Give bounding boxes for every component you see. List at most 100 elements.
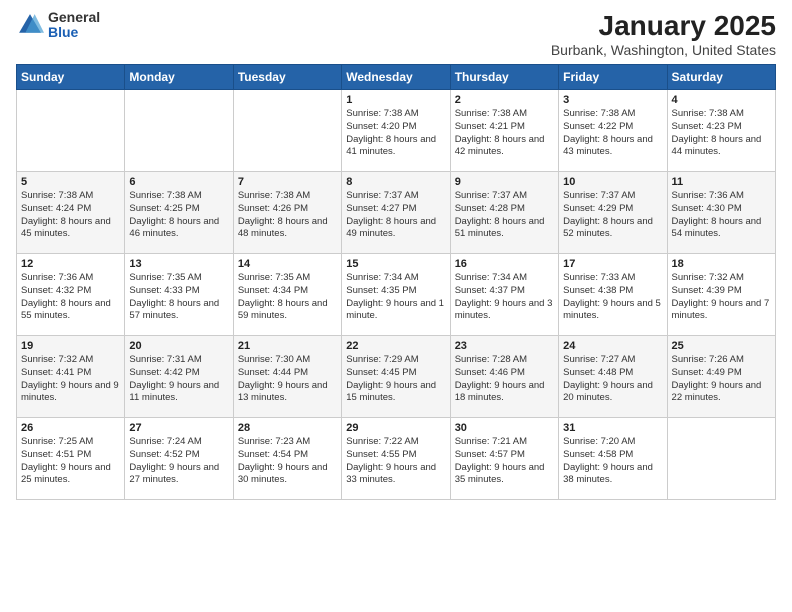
day-number: 8 bbox=[346, 176, 445, 188]
day-number: 5 bbox=[21, 176, 120, 188]
day-info: Sunrise: 7:31 AMSunset: 4:42 PMDaylight:… bbox=[129, 354, 228, 405]
calendar-cell: 26Sunrise: 7:25 AMSunset: 4:51 PMDayligh… bbox=[17, 418, 125, 500]
calendar-cell: 14 Sunrise: 7:35 AMSunset: 4:34 PMDayligh… bbox=[233, 254, 341, 336]
day-of-week-tuesday: Tuesday bbox=[233, 65, 341, 90]
day-info: Sunrise: 7:38 AMSunset: 4:22 PMDaylight:… bbox=[563, 108, 662, 159]
day-number: 22 bbox=[346, 340, 445, 352]
day-info: Sunrise: 7:21 AMSunset: 4:57 PMDaylight:… bbox=[455, 436, 554, 487]
calendar-cell: 4 Sunrise: 7:38 AMSunset: 4:23 PMDaylight… bbox=[667, 90, 775, 172]
calendar-cell: 12Sunrise: 7:36 AMSunset: 4:32 PMDayligh… bbox=[17, 254, 125, 336]
calendar-week-1: 5Sunrise: 7:38 AMSunset: 4:24 PMDaylight… bbox=[17, 172, 776, 254]
calendar-cell: 2 Sunrise: 7:38 AMSunset: 4:21 PMDaylight… bbox=[450, 90, 558, 172]
day-number: 21 bbox=[238, 340, 337, 352]
calendar-week-2: 12Sunrise: 7:36 AMSunset: 4:32 PMDayligh… bbox=[17, 254, 776, 336]
title-block: January 2025 Burbank, Washington, United… bbox=[551, 10, 776, 58]
main-container: General Blue January 2025 Burbank, Washi… bbox=[0, 0, 792, 508]
calendar-cell: 27 Sunrise: 7:24 AMSunset: 4:52 PMDayligh… bbox=[125, 418, 233, 500]
day-info: Sunrise: 7:26 AMSunset: 4:49 PMDaylight:… bbox=[672, 354, 771, 405]
day-info: Sunrise: 7:35 AMSunset: 4:34 PMDaylight:… bbox=[238, 272, 337, 323]
day-number: 27 bbox=[129, 422, 228, 434]
day-number: 7 bbox=[238, 176, 337, 188]
day-info: Sunrise: 7:32 AMSunset: 4:41 PMDaylight:… bbox=[21, 354, 120, 405]
calendar-cell bbox=[17, 90, 125, 172]
day-info: Sunrise: 7:37 AMSunset: 4:27 PMDaylight:… bbox=[346, 190, 445, 241]
calendar-cell: 18 Sunrise: 7:32 AMSunset: 4:39 PMDayligh… bbox=[667, 254, 775, 336]
calendar-cell: 25 Sunrise: 7:26 AMSunset: 4:49 PMDayligh… bbox=[667, 336, 775, 418]
calendar-cell: 19 Sunrise: 7:32 AMSunset: 4:41 PMDayligh… bbox=[17, 336, 125, 418]
day-number: 29 bbox=[346, 422, 445, 434]
calendar-week-3: 19 Sunrise: 7:32 AMSunset: 4:41 PMDayligh… bbox=[17, 336, 776, 418]
day-number: 3 bbox=[563, 94, 662, 106]
day-of-week-friday: Friday bbox=[559, 65, 667, 90]
day-info: Sunrise: 7:33 AMSunset: 4:38 PMDaylight:… bbox=[563, 272, 662, 323]
day-info: Sunrise: 7:34 AMSunset: 4:35 PMDaylight:… bbox=[346, 272, 445, 323]
day-info: Sunrise: 7:38 AMSunset: 4:25 PMDaylight:… bbox=[129, 190, 228, 241]
calendar-cell: 15 Sunrise: 7:34 AMSunset: 4:35 PMDayligh… bbox=[342, 254, 450, 336]
calendar-cell: 31Sunrise: 7:20 AMSunset: 4:58 PMDayligh… bbox=[559, 418, 667, 500]
day-number: 10 bbox=[563, 176, 662, 188]
calendar-cell: 3 Sunrise: 7:38 AMSunset: 4:22 PMDaylight… bbox=[559, 90, 667, 172]
day-info: Sunrise: 7:37 AMSunset: 4:28 PMDaylight:… bbox=[455, 190, 554, 241]
day-info: Sunrise: 7:38 AMSunset: 4:26 PMDaylight:… bbox=[238, 190, 337, 241]
day-number: 30 bbox=[455, 422, 554, 434]
page-subtitle: Burbank, Washington, United States bbox=[551, 42, 776, 58]
calendar-header: SundayMondayTuesdayWednesdayThursdayFrid… bbox=[17, 65, 776, 90]
calendar-cell bbox=[233, 90, 341, 172]
calendar-cell: 6 Sunrise: 7:38 AMSunset: 4:25 PMDaylight… bbox=[125, 172, 233, 254]
day-number: 4 bbox=[672, 94, 771, 106]
calendar-cell: 7 Sunrise: 7:38 AMSunset: 4:26 PMDaylight… bbox=[233, 172, 341, 254]
logo-icon bbox=[16, 11, 44, 39]
day-info: Sunrise: 7:29 AMSunset: 4:45 PMDaylight:… bbox=[346, 354, 445, 405]
day-number: 18 bbox=[672, 258, 771, 270]
day-info: Sunrise: 7:22 AMSunset: 4:55 PMDaylight:… bbox=[346, 436, 445, 487]
day-number: 13 bbox=[129, 258, 228, 270]
calendar-cell: 28 Sunrise: 7:23 AMSunset: 4:54 PMDayligh… bbox=[233, 418, 341, 500]
calendar-cell: 22 Sunrise: 7:29 AMSunset: 4:45 PMDayligh… bbox=[342, 336, 450, 418]
page-title: January 2025 bbox=[551, 10, 776, 42]
day-info: Sunrise: 7:23 AMSunset: 4:54 PMDaylight:… bbox=[238, 436, 337, 487]
calendar-cell: 10 Sunrise: 7:37 AMSunset: 4:29 PMDayligh… bbox=[559, 172, 667, 254]
calendar-cell bbox=[667, 418, 775, 500]
day-number: 9 bbox=[455, 176, 554, 188]
calendar-cell: 23Sunrise: 7:28 AMSunset: 4:46 PMDayligh… bbox=[450, 336, 558, 418]
day-number: 28 bbox=[238, 422, 337, 434]
day-info: Sunrise: 7:38 AMSunset: 4:20 PMDaylight:… bbox=[346, 108, 445, 159]
header: General Blue January 2025 Burbank, Washi… bbox=[16, 10, 776, 58]
day-number: 14 bbox=[238, 258, 337, 270]
day-of-week-thursday: Thursday bbox=[450, 65, 558, 90]
day-number: 11 bbox=[672, 176, 771, 188]
day-info: Sunrise: 7:32 AMSunset: 4:39 PMDaylight:… bbox=[672, 272, 771, 323]
calendar-week-0: 1Sunrise: 7:38 AMSunset: 4:20 PMDaylight… bbox=[17, 90, 776, 172]
day-of-week-sunday: Sunday bbox=[17, 65, 125, 90]
calendar-table: SundayMondayTuesdayWednesdayThursdayFrid… bbox=[16, 64, 776, 500]
day-of-week-monday: Monday bbox=[125, 65, 233, 90]
day-number: 12 bbox=[21, 258, 120, 270]
day-number: 15 bbox=[346, 258, 445, 270]
calendar-cell: 24Sunrise: 7:27 AMSunset: 4:48 PMDayligh… bbox=[559, 336, 667, 418]
logo-general: General bbox=[48, 10, 100, 25]
logo-blue: Blue bbox=[48, 25, 100, 40]
day-info: Sunrise: 7:38 AMSunset: 4:23 PMDaylight:… bbox=[672, 108, 771, 159]
day-number: 24 bbox=[563, 340, 662, 352]
day-number: 2 bbox=[455, 94, 554, 106]
days-of-week-row: SundayMondayTuesdayWednesdayThursdayFrid… bbox=[17, 65, 776, 90]
day-info: Sunrise: 7:25 AMSunset: 4:51 PMDaylight:… bbox=[21, 436, 120, 487]
day-number: 16 bbox=[455, 258, 554, 270]
day-info: Sunrise: 7:28 AMSunset: 4:46 PMDaylight:… bbox=[455, 354, 554, 405]
day-info: Sunrise: 7:38 AMSunset: 4:21 PMDaylight:… bbox=[455, 108, 554, 159]
calendar-cell: 8 Sunrise: 7:37 AMSunset: 4:27 PMDaylight… bbox=[342, 172, 450, 254]
day-of-week-saturday: Saturday bbox=[667, 65, 775, 90]
calendar-cell: 20Sunrise: 7:31 AMSunset: 4:42 PMDayligh… bbox=[125, 336, 233, 418]
calendar-week-4: 26Sunrise: 7:25 AMSunset: 4:51 PMDayligh… bbox=[17, 418, 776, 500]
day-number: 19 bbox=[21, 340, 120, 352]
day-number: 25 bbox=[672, 340, 771, 352]
day-info: Sunrise: 7:30 AMSunset: 4:44 PMDaylight:… bbox=[238, 354, 337, 405]
calendar-cell: 11Sunrise: 7:36 AMSunset: 4:30 PMDayligh… bbox=[667, 172, 775, 254]
day-info: Sunrise: 7:37 AMSunset: 4:29 PMDaylight:… bbox=[563, 190, 662, 241]
day-number: 17 bbox=[563, 258, 662, 270]
logo: General Blue bbox=[16, 10, 100, 41]
day-info: Sunrise: 7:24 AMSunset: 4:52 PMDaylight:… bbox=[129, 436, 228, 487]
logo-text: General Blue bbox=[48, 10, 100, 41]
day-info: Sunrise: 7:35 AMSunset: 4:33 PMDaylight:… bbox=[129, 272, 228, 323]
day-number: 6 bbox=[129, 176, 228, 188]
